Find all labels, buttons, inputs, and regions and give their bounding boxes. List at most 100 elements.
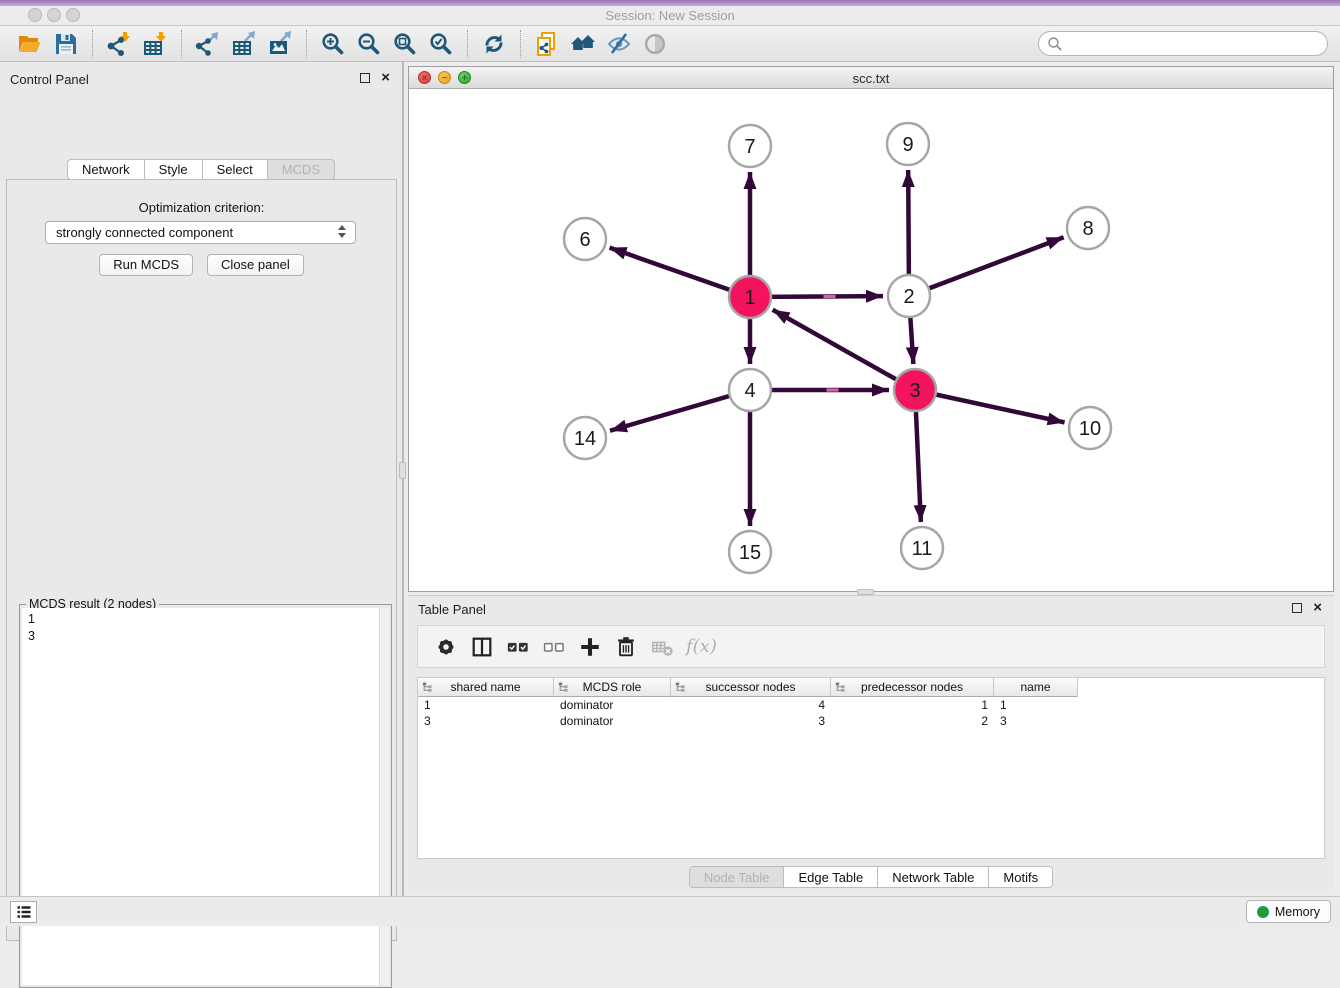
delete-column-icon[interactable] xyxy=(612,633,640,661)
import-network-icon[interactable] xyxy=(104,29,134,59)
search-icon xyxy=(1047,36,1063,52)
graph-node-6[interactable]: 6 xyxy=(564,218,606,260)
table-panel-float-icon[interactable] xyxy=(1292,603,1302,613)
node-label: 11 xyxy=(912,538,933,560)
column-header-MCDS-role[interactable]: MCDS role xyxy=(554,678,671,697)
hide-selected-icon[interactable] xyxy=(604,29,634,59)
table-row[interactable]: 1dominator411 xyxy=(418,697,1324,713)
memory-label: Memory xyxy=(1275,905,1320,919)
deselect-all-columns-icon[interactable] xyxy=(540,633,568,661)
export-image-icon[interactable] xyxy=(265,29,295,59)
table-cell: 3 xyxy=(418,713,554,729)
table-cell: 4 xyxy=(671,697,831,713)
graph-node-4[interactable]: 4 xyxy=(729,369,771,411)
zoom-fit-icon[interactable] xyxy=(390,29,420,59)
zoom-in-icon[interactable] xyxy=(318,29,348,59)
graph-node-14[interactable]: 14 xyxy=(564,417,606,459)
table-cell: 1 xyxy=(994,697,1078,713)
node-table-header: shared nameMCDS rolesuccessor nodesprede… xyxy=(418,678,1324,697)
node-label: 2 xyxy=(903,286,914,308)
table-cell: 2 xyxy=(831,713,994,729)
toolbar-divider xyxy=(467,30,468,58)
export-table-icon[interactable] xyxy=(229,29,259,59)
graph-node-11[interactable]: 11 xyxy=(901,527,943,569)
optimization-criterion-label: Optimization criterion: xyxy=(7,200,396,215)
network-window: × − + scc.txt 7 9 6 8 1 2 4 3 14 10 15 11 xyxy=(408,66,1334,592)
toolbar-divider xyxy=(306,30,307,58)
table-cell: 3 xyxy=(994,713,1078,729)
graph-node-9[interactable]: 9 xyxy=(887,123,929,165)
table-panel-title: Table Panel xyxy=(418,602,486,617)
tab-style[interactable]: Style xyxy=(145,159,203,180)
export-network-icon[interactable] xyxy=(193,29,223,59)
column-header-shared-name[interactable]: shared name xyxy=(418,678,554,697)
tab-node-table[interactable]: Node Table xyxy=(689,866,785,888)
table-panel-close-icon[interactable]: × xyxy=(1313,603,1322,613)
graph-node-7[interactable]: 7 xyxy=(729,125,771,167)
node-label: 4 xyxy=(744,380,755,402)
apply-layout-icon[interactable] xyxy=(479,29,509,59)
zoom-selected-icon[interactable] xyxy=(426,29,456,59)
show-all-icon[interactable] xyxy=(640,29,670,59)
table-cell: 1 xyxy=(418,697,554,713)
close-panel-button[interactable]: Close panel xyxy=(207,254,304,276)
run-mcds-button[interactable]: Run MCDS xyxy=(99,254,193,276)
create-column-icon[interactable] xyxy=(576,633,604,661)
table-settings-gear-icon[interactable] xyxy=(432,633,460,661)
graph-node-15[interactable]: 15 xyxy=(729,531,771,573)
mcds-result-scrollbar[interactable] xyxy=(379,608,389,985)
edge-2-8[interactable] xyxy=(909,237,1064,296)
list-icon xyxy=(15,903,33,921)
graph-node-3[interactable]: 3 xyxy=(894,369,936,411)
graph-node-1[interactable]: 1 xyxy=(729,276,771,318)
graph-node-10[interactable]: 10 xyxy=(1069,407,1111,449)
tab-motifs[interactable]: Motifs xyxy=(989,866,1053,888)
zoom-out-icon[interactable] xyxy=(354,29,384,59)
select-all-columns-icon[interactable] xyxy=(504,633,532,661)
show-columns-icon[interactable] xyxy=(468,633,496,661)
import-table-icon[interactable] xyxy=(140,29,170,59)
table-cell: 1 xyxy=(831,697,994,713)
node-label: 15 xyxy=(739,542,761,564)
edge-label-mark xyxy=(824,295,836,298)
node-label: 1 xyxy=(744,287,755,309)
tab-edge-table[interactable]: Edge Table xyxy=(784,866,878,888)
new-network-from-selection-icon[interactable] xyxy=(532,29,562,59)
mcds-result-box: MCDS result (2 nodes) 13 xyxy=(19,604,392,988)
search-input[interactable] xyxy=(1063,32,1327,55)
open-session-icon[interactable] xyxy=(15,29,45,59)
mcds-result-line: 3 xyxy=(28,628,373,645)
first-neighbors-icon[interactable] xyxy=(568,29,598,59)
control-panel: Control Panel × NetworkStyleSelectMCDS O… xyxy=(0,62,404,896)
column-type-icon xyxy=(422,682,433,696)
tab-network[interactable]: Network xyxy=(67,159,145,180)
column-type-icon xyxy=(558,682,569,696)
control-panel-close-icon[interactable]: × xyxy=(381,73,390,83)
edge-label-mark xyxy=(827,388,839,391)
vertical-splitter-handle[interactable] xyxy=(399,462,406,479)
network-canvas[interactable]: 7 9 6 8 1 2 4 3 14 10 15 11 xyxy=(409,89,1333,592)
edge-3-1[interactable] xyxy=(773,310,915,390)
optimization-criterion-select[interactable]: strongly connected component xyxy=(45,221,356,244)
column-header-successor-nodes[interactable]: successor nodes xyxy=(671,678,831,697)
network-window-titlebar[interactable]: × − + scc.txt xyxy=(409,67,1333,89)
column-type-icon xyxy=(835,682,846,696)
tab-mcds[interactable]: MCDS xyxy=(268,159,335,180)
tab-select[interactable]: Select xyxy=(203,159,268,180)
task-history-button[interactable] xyxy=(10,901,37,923)
control-panel-float-icon[interactable] xyxy=(360,73,370,83)
edge-1-6[interactable] xyxy=(610,248,750,297)
memory-button[interactable]: Memory xyxy=(1246,900,1331,923)
graph-node-8[interactable]: 8 xyxy=(1067,207,1109,249)
node-label: 7 xyxy=(744,136,755,158)
table-row[interactable]: 3dominator323 xyxy=(418,713,1324,729)
edge-3-10[interactable] xyxy=(915,390,1065,422)
node-label: 9 xyxy=(902,134,913,156)
graph-node-2[interactable]: 2 xyxy=(888,275,930,317)
column-header-predecessor-nodes[interactable]: predecessor nodes xyxy=(831,678,994,697)
tab-network-table[interactable]: Network Table xyxy=(878,866,989,888)
node-label: 14 xyxy=(574,428,596,450)
column-header-name[interactable]: name xyxy=(994,678,1078,697)
save-session-icon[interactable] xyxy=(51,29,81,59)
table-toolbar: f(x) xyxy=(417,625,1325,668)
